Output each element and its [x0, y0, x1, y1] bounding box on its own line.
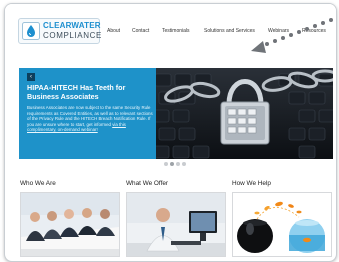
padlock-on-keyboard-image	[149, 68, 333, 159]
section-title-what-we-offer[interactable]: What We Offer	[126, 180, 168, 187]
logo-text-compliance: COMPLIANCE	[43, 31, 102, 40]
nav-solutions-and-services[interactable]: Solutions and Services	[204, 28, 255, 34]
section-title-how-we-help[interactable]: How We Help	[232, 180, 271, 187]
carousel-prev-icon[interactable]: ‹	[27, 73, 35, 81]
logo-text-clearwater: CLEARWATER	[43, 21, 101, 30]
dotted-arrow-icon	[251, 18, 333, 53]
carousel-dot[interactable]	[164, 162, 168, 166]
browser-frame: CLEARWATER COMPLIANCE About Contact Test…	[4, 3, 337, 262]
hero-title: HIPAA-HITECH Has Teeth for Business Asso…	[27, 83, 126, 101]
business-meeting-image[interactable]	[20, 192, 120, 257]
section-title-who-we-are[interactable]: Who We Are	[20, 180, 56, 187]
hero-banner[interactable]: ‹ HIPAA-HITECH Has Teeth for Business As…	[19, 68, 333, 159]
hero-body: Business Associates are now subject to t…	[27, 105, 155, 133]
hero-text-panel: ‹ HIPAA-HITECH Has Teeth for Business As…	[19, 68, 156, 159]
nav-testimonials[interactable]: Testimonials	[162, 28, 190, 34]
nav-contact[interactable]: Contact	[132, 28, 149, 34]
water-drop-icon	[22, 22, 40, 40]
logo[interactable]: CLEARWATER COMPLIANCE	[18, 18, 102, 44]
nav-about[interactable]: About	[107, 28, 120, 34]
goldfish-jumping-bowls-image[interactable]	[232, 192, 332, 257]
man-at-computer-image[interactable]	[126, 192, 226, 257]
carousel-dot[interactable]	[182, 162, 186, 166]
carousel-dot[interactable]	[176, 162, 180, 166]
carousel-dot[interactable]	[170, 162, 174, 166]
hero-body-text: Business Associates are now subject to t…	[27, 105, 153, 127]
